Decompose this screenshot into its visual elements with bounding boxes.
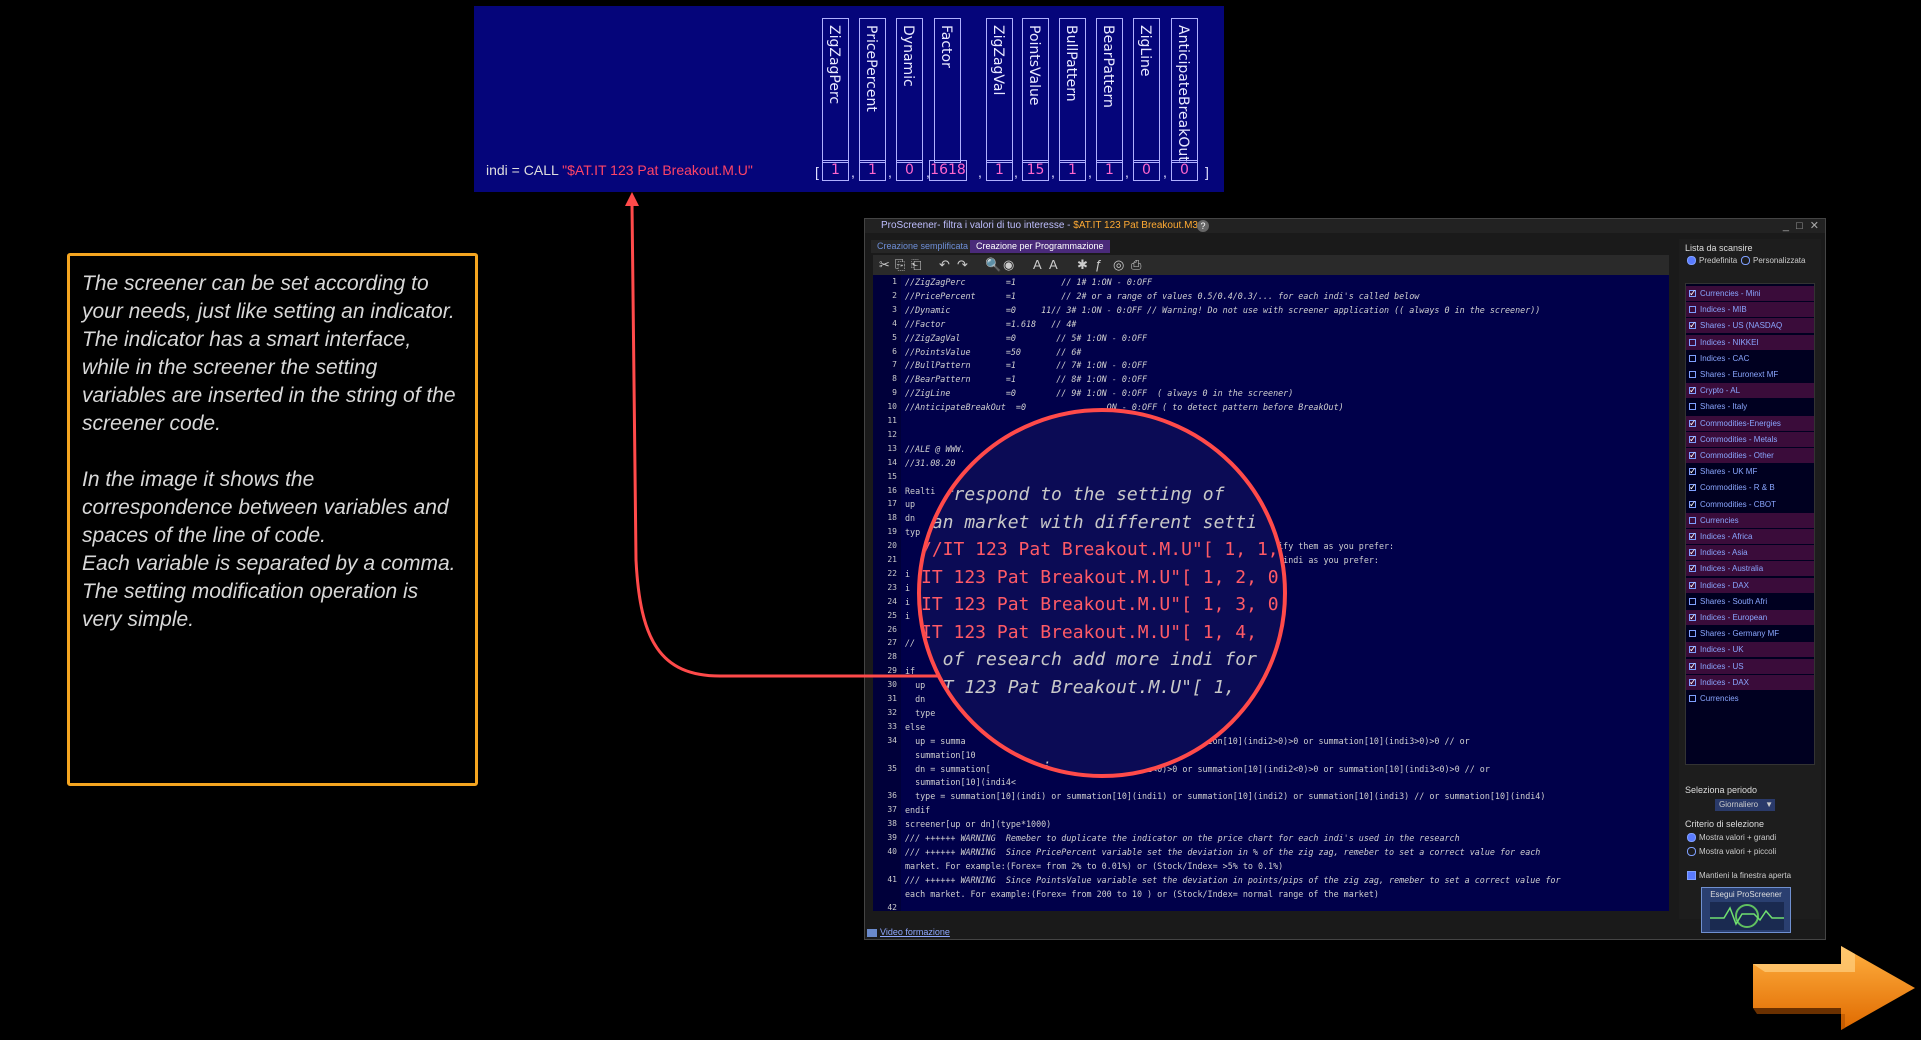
- connector-arrow: [625, 192, 940, 678]
- next-arrow-icon[interactable]: [1745, 944, 1919, 1034]
